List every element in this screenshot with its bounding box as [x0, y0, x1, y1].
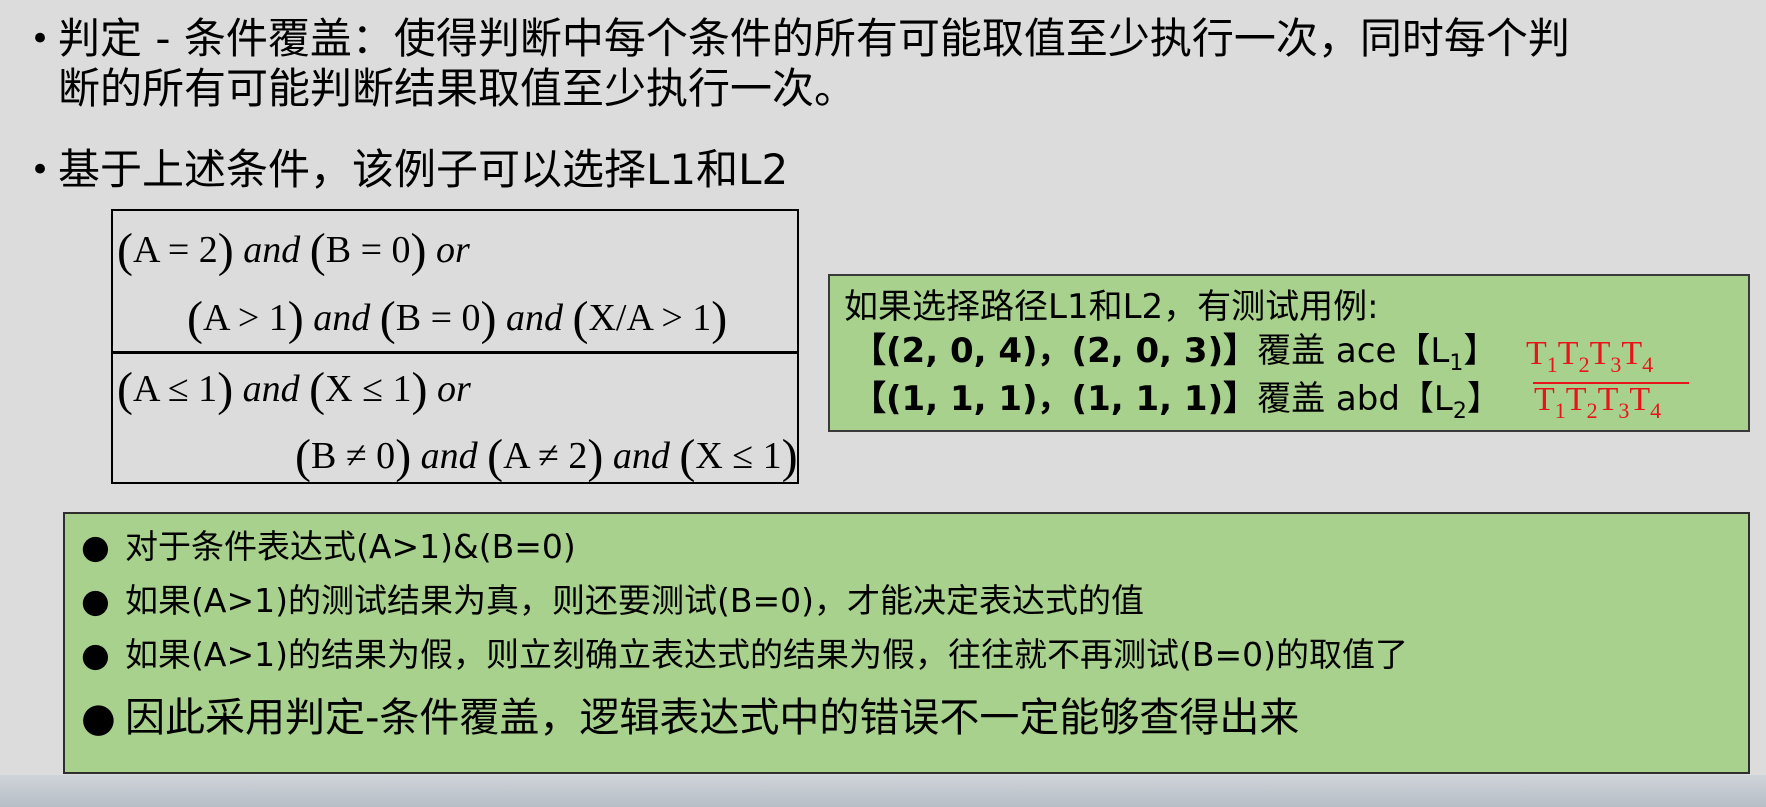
formula-block1-line2: (A > 1) and (B = 0) and (X/A > 1) [187, 292, 728, 345]
formula-block2-line2: (B ≠ 0) and (A ≠ 2) and (X ≤ 1) [295, 430, 798, 483]
note-item: ● 如果(A>1)的测试结果为真，则还要测试(B=0)，才能决定表达式的值 [81, 581, 1145, 620]
test-case-row-1: 【(2, 0, 4)，(2, 0, 3)】覆盖 ace【L1】 [852, 331, 1498, 376]
note-item: ● 对于条件表达式(A>1)&(B=0) [81, 527, 576, 566]
bullet-2-line-1: 基于上述条件，该例子可以选择L1和L2 [58, 145, 789, 194]
t-terms-row-2: T1T2T3T4 [1534, 381, 1662, 423]
note-item: ● 如果(A>1)的结果为假，则立刻确立表达式的结果为假，往往就不再测试(B=0)… [81, 635, 1409, 674]
t-terms-row-1: T1T2T3T4 [1526, 335, 1654, 377]
formula-block2-line1: (A ≤ 1) and (X ≤ 1) or [117, 363, 471, 416]
note-bullet: ● [81, 527, 110, 566]
test-case-row-2: 【(1, 1, 1)，(1, 1, 1)】覆盖 abd【L2】 [852, 379, 1501, 424]
formula-box: (A = 2) and (B = 0) or (A > 1) and (B = … [111, 209, 799, 484]
notes-box: ● 对于条件表达式(A>1)&(B=0) ● 如果(A>1)的测试结果为真，则还要测… [63, 512, 1750, 774]
note-bullet: ● [81, 635, 110, 674]
bottom-strip [0, 775, 1766, 807]
note-bullet: ● [81, 695, 116, 741]
formula-divider [113, 351, 797, 354]
note-item: ● 因此采用判定-条件覆盖，逻辑表达式中的错误不一定能够查得出来 [81, 692, 1299, 744]
bullet-1-line-2: 断的所有可能判断结果取值至少执行一次。 [58, 64, 857, 113]
formula-block1-line1: (A = 2) and (B = 0) or [117, 224, 470, 277]
note-bullet: ● [81, 581, 110, 620]
bullet-1-line-1: 判定 - 条件覆盖：使得判断中每个条件的所有可能取值至少执行一次，同时每个判 [58, 14, 1570, 63]
bullet-2-symbol: • [30, 150, 51, 190]
test-case-heading: 如果选择路径L1和L2，有测试用例: [844, 287, 1379, 327]
test-case-box: 如果选择路径L1和L2，有测试用例: 【(2, 0, 4)，(2, 0, 3)】… [828, 274, 1750, 432]
bullet-1-symbol: • [30, 19, 51, 59]
